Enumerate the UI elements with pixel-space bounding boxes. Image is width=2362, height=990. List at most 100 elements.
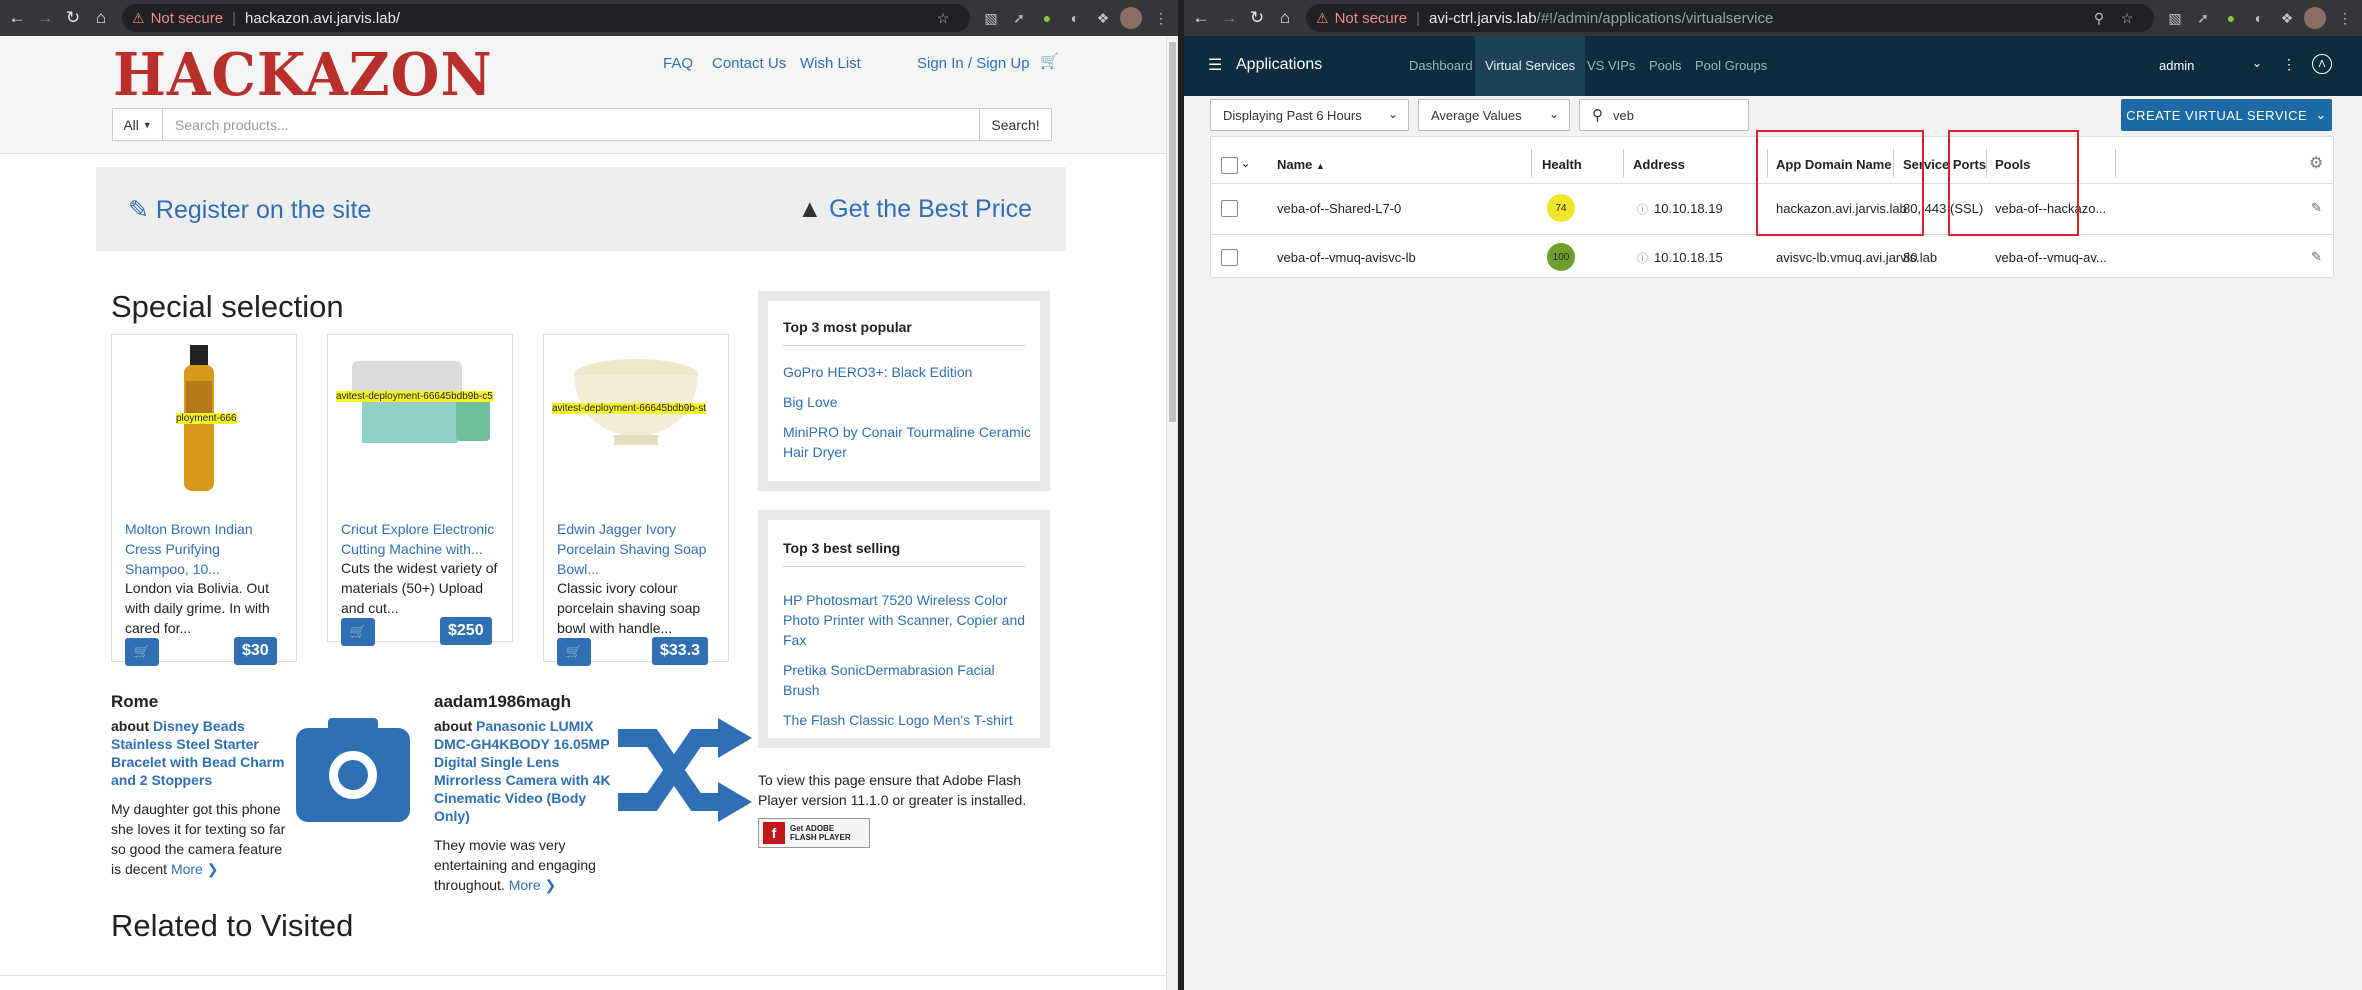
bestselling-item[interactable]: HP Photosmart 7520 Wireless Color Photo … [783, 590, 1035, 650]
register-link[interactable]: ✎ Register on the site [128, 195, 371, 225]
product-title[interactable]: Edwin Jagger Ivory Porcelain Shaving Soa… [557, 519, 717, 579]
cart-icon[interactable]: 🛒 [1040, 52, 1059, 70]
select-all-checkbox[interactable] [1221, 157, 1238, 174]
col-header-address[interactable]: Address [1633, 157, 1685, 172]
popular-item[interactable]: GoPro HERO3+: Black Edition [783, 362, 1035, 382]
health-badge[interactable]: 100 [1547, 243, 1575, 271]
about-label: about [111, 718, 150, 734]
menu-kebab-icon[interactable]: ⋮ [1150, 7, 1172, 29]
highlight-box-domain [1756, 130, 1924, 236]
back-icon[interactable]: ← [1190, 7, 1212, 29]
gear-icon[interactable]: ⚙ [2309, 153, 2323, 173]
zoom-icon[interactable]: ⚲ [2088, 7, 2110, 29]
sort-asc-icon: ▲ [1316, 161, 1325, 171]
back-icon[interactable]: ← [6, 7, 28, 29]
info-icon[interactable]: ⓘ [1637, 250, 1648, 266]
hamburger-icon[interactable]: ☰ [1208, 55, 1222, 75]
browser-toolbar: ← → ↻ ⌂ ⚠ Not secure | hackazon.avi.jarv… [0, 0, 1178, 36]
product-desc: London via Bolivia. Out with daily grime… [125, 580, 270, 636]
vs-pools[interactable]: veba-of--vmuq-av... [1995, 250, 2107, 265]
category-dropdown[interactable]: All ▼ [113, 109, 163, 140]
avatar[interactable] [1120, 7, 1142, 29]
home-icon[interactable]: ⌂ [1274, 7, 1296, 29]
product-desc: Classic ivory colour porcelain shaving s… [557, 580, 701, 636]
time-range-dropdown[interactable]: Displaying Past 6 Hours ⌄ [1210, 99, 1409, 131]
bookmark-star-icon[interactable]: ☆ [2116, 7, 2138, 29]
product-title[interactable]: Cricut Explore Electronic Cutting Machin… [341, 519, 501, 559]
search-input[interactable]: Search products... [163, 109, 979, 140]
nav-contact[interactable]: Contact Us [712, 55, 786, 72]
extension-icon[interactable]: ▧ [2164, 7, 2186, 29]
scrollbar-thumb[interactable] [1169, 42, 1176, 422]
search-input[interactable]: ⚲ veb [1579, 99, 1749, 131]
user-menu[interactable]: admin [2159, 58, 2194, 73]
address-bar[interactable]: ⚠ Not secure | hackazon.avi.jarvis.lab/ … [122, 4, 970, 32]
bestselling-item[interactable]: Pretika SonicDermabrasion Facial Brush [783, 660, 1035, 700]
tab-virtual-services[interactable]: Virtual Services [1475, 36, 1586, 96]
extension-icon[interactable]: ● [2220, 7, 2242, 29]
info-icon[interactable]: ⓘ [1637, 201, 1648, 217]
add-to-cart-button[interactable]: 🛒 [341, 618, 375, 646]
puzzle-icon[interactable]: ❖ [2276, 7, 2298, 29]
values-dropdown[interactable]: Average Values ⌄ [1418, 99, 1570, 131]
row-checkbox[interactable] [1221, 200, 1238, 217]
product-image[interactable] [338, 341, 502, 491]
url-path: /#!/admin/applications/virtualservice [1536, 9, 1774, 27]
camera-icon [296, 718, 410, 822]
search-button[interactable]: Search! [979, 109, 1051, 140]
extension-icon[interactable]: ▧ [980, 7, 1002, 29]
bookmark-star-icon[interactable]: ☆ [932, 7, 954, 29]
bestselling-item[interactable]: The Flash Classic Logo Men's T-shirt [783, 710, 1035, 730]
chevron-down-icon[interactable]: ⌄ [1241, 157, 1250, 170]
reload-icon[interactable]: ↻ [1246, 7, 1268, 29]
tab-pools[interactable]: Pools [1649, 58, 1682, 73]
chevron-down-icon[interactable]: ⌄ [2252, 56, 2262, 70]
health-badge[interactable]: 74 [1547, 194, 1575, 222]
get-flash-badge[interactable]: f Get ADOBE FLASH PLAYER [758, 818, 870, 848]
home-icon[interactable]: ⌂ [90, 7, 112, 29]
extension-icon[interactable]: ◐ [2248, 7, 2270, 29]
table-row[interactable]: veba-of--vmuq-avisvc-lb 100 ⓘ 10.10.18.1… [1211, 235, 2333, 279]
nav-wishlist[interactable]: Wish List [800, 55, 861, 72]
extension-icon[interactable]: ➚ [2192, 7, 2214, 29]
create-virtual-service-button[interactable]: CREATE VIRTUAL SERVICE ⌄ [2121, 99, 2332, 131]
row-checkbox[interactable] [1221, 249, 1238, 266]
avatar[interactable] [2304, 7, 2326, 29]
vs-name[interactable]: veba-of--vmuq-avisvc-lb [1277, 250, 1416, 265]
address-bar[interactable]: ⚠ Not secure | avi-ctrl.jarvis.lab/#!/ad… [1306, 4, 2154, 32]
puzzle-icon[interactable]: ❖ [1092, 7, 1114, 29]
product-title[interactable]: Molton Brown Indian Cress Purifying Sham… [125, 519, 285, 579]
vs-address: 10.10.18.15 [1654, 250, 1723, 265]
scrollbar[interactable] [1166, 36, 1178, 990]
popular-item[interactable]: Big Love [783, 392, 1035, 412]
tab-vs-vips[interactable]: VS VIPs [1587, 58, 1635, 73]
tab-pool-groups[interactable]: Pool Groups [1695, 58, 1767, 73]
more-link[interactable]: More [509, 877, 541, 893]
nav-faq[interactable]: FAQ [663, 55, 693, 72]
shuffle-icon [618, 718, 752, 822]
avi-logo-icon[interactable]: Λ [2312, 54, 2332, 74]
menu-kebab-icon[interactable]: ⋮ [2282, 56, 2296, 73]
vs-name[interactable]: veba-of--Shared-L7-0 [1277, 201, 1401, 216]
promo-banner: ✎ Register on the site ▲ Get the Best Pr… [96, 167, 1066, 251]
extension-icon[interactable]: ◐ [1064, 7, 1086, 29]
product-image[interactable] [554, 341, 718, 491]
popular-item[interactable]: MiniPRO by Conair Tourmaline Ceramic Hai… [783, 422, 1035, 462]
best-price-link[interactable]: ▲ Get the Best Price [797, 195, 1032, 224]
pencil-icon[interactable]: ✎ [2311, 200, 2322, 216]
forward-icon[interactable]: → [1218, 7, 1240, 29]
menu-kebab-icon[interactable]: ⋮ [2334, 7, 2356, 29]
more-link[interactable]: More [171, 861, 203, 877]
nav-signin[interactable]: Sign In / Sign Up [917, 55, 1030, 72]
add-to-cart-button[interactable]: 🛒 [125, 638, 159, 666]
tab-dashboard[interactable]: Dashboard [1409, 58, 1473, 73]
pencil-icon[interactable]: ✎ [2311, 249, 2322, 265]
extension-icon[interactable]: ● [1036, 7, 1058, 29]
extension-icon[interactable]: ➚ [1008, 7, 1030, 29]
col-header-name[interactable]: Name ▲ [1277, 157, 1325, 172]
reload-icon[interactable]: ↻ [62, 7, 84, 29]
col-header-health[interactable]: Health [1542, 157, 1582, 172]
site-logo[interactable]: HACKAZON [113, 40, 493, 109]
forward-icon[interactable]: → [34, 7, 56, 29]
add-to-cart-button[interactable]: 🛒 [557, 638, 591, 666]
